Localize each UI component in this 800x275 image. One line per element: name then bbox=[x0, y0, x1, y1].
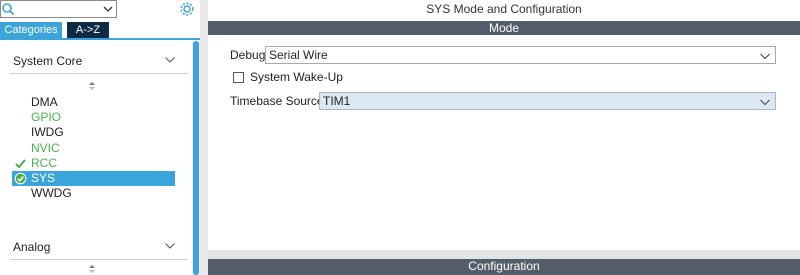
scrollbar-thumb[interactable] bbox=[193, 41, 199, 275]
mode-panel-footer bbox=[208, 250, 800, 259]
search-input[interactable] bbox=[15, 1, 99, 17]
debug-select[interactable]: Serial Wire bbox=[265, 46, 776, 64]
group-label: Analog bbox=[13, 240, 51, 254]
divider bbox=[10, 73, 188, 74]
tab-categories[interactable]: Categories bbox=[0, 22, 62, 38]
peripheral-label: RCC bbox=[31, 156, 57, 170]
timebase-value: TIM1 bbox=[323, 94, 351, 108]
check-circle-icon bbox=[14, 172, 27, 185]
chevron-down-icon bbox=[165, 57, 175, 63]
sort-icon[interactable] bbox=[86, 264, 98, 274]
group-system-core[interactable]: System Core bbox=[0, 50, 190, 72]
wakeup-checkbox[interactable] bbox=[233, 72, 244, 83]
configuration-section-header[interactable]: Configuration bbox=[208, 259, 800, 275]
chevron-down-icon bbox=[760, 53, 770, 60]
mode-section-header: Mode bbox=[208, 21, 800, 35]
peripheral-label: IWDG bbox=[31, 125, 64, 139]
panel-splitter[interactable] bbox=[200, 0, 208, 275]
peripheral-label: SYS bbox=[31, 171, 56, 185]
gear-icon[interactable] bbox=[179, 1, 195, 17]
peripheral-item-gpio[interactable]: GPIO bbox=[12, 110, 175, 125]
right-panel: SYS Mode and Configuration Mode Debug Se… bbox=[208, 0, 800, 275]
chevron-down-icon bbox=[760, 99, 770, 106]
divider bbox=[10, 259, 188, 260]
peripheral-label: DMA bbox=[31, 95, 58, 109]
check-icon bbox=[15, 159, 26, 169]
tab-a-z[interactable]: A->Z bbox=[67, 22, 109, 38]
chevron-down-icon bbox=[165, 243, 175, 249]
peripheral-label: WWDG bbox=[31, 186, 72, 200]
timebase-select[interactable]: TIM1 bbox=[319, 92, 776, 110]
peripheral-item-sys[interactable]: SYS bbox=[12, 171, 175, 186]
peripheral-item-nvic[interactable]: NVIC bbox=[12, 141, 175, 156]
wakeup-label: System Wake-Up bbox=[250, 70, 343, 84]
sort-icon[interactable] bbox=[86, 81, 98, 91]
peripheral-item-wwdg[interactable]: WWDG bbox=[12, 186, 175, 201]
search-box[interactable] bbox=[0, 0, 117, 18]
timebase-label: Timebase Source bbox=[230, 94, 324, 108]
chevron-down-icon[interactable] bbox=[99, 1, 117, 17]
peripheral-item-iwdg[interactable]: IWDG bbox=[12, 125, 175, 140]
peripheral-label: GPIO bbox=[31, 110, 62, 124]
group-label: System Core bbox=[13, 54, 83, 68]
peripheral-item-rcc[interactable]: RCC bbox=[12, 156, 175, 171]
debug-value: Serial Wire bbox=[269, 48, 328, 62]
page-title: SYS Mode and Configuration bbox=[426, 2, 582, 16]
peripheral-item-dma[interactable]: DMA bbox=[12, 95, 175, 110]
peripheral-label: NVIC bbox=[31, 141, 60, 155]
tabs-underline bbox=[0, 38, 200, 40]
left-panel: Categories A->Z System Core DMA GPIO IWDG N… bbox=[0, 0, 200, 275]
category-tabs: Categories A->Z bbox=[0, 22, 200, 38]
group-analog[interactable]: Analog bbox=[0, 236, 190, 258]
debug-label: Debug bbox=[230, 48, 266, 62]
search-icon bbox=[2, 3, 15, 16]
